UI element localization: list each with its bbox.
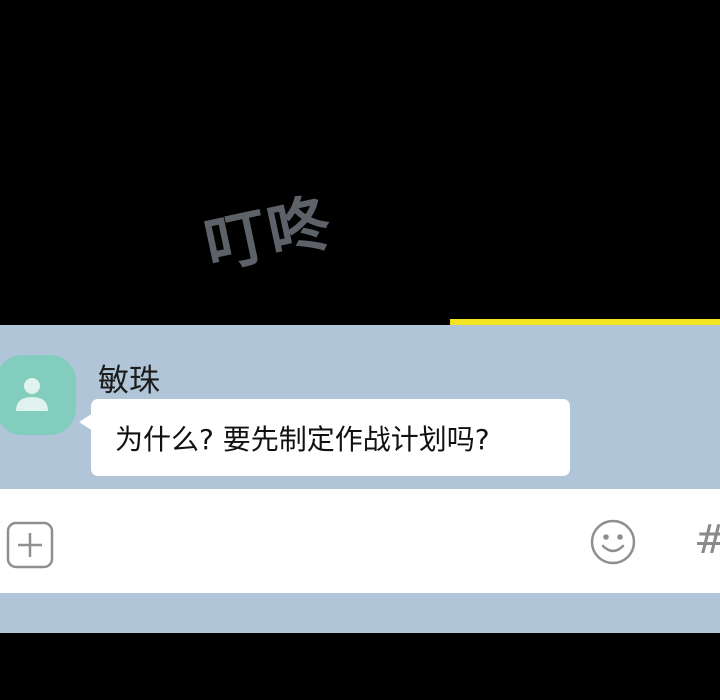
plus-icon [6,521,54,569]
user-icon [16,378,48,411]
bottom-strip [0,593,720,633]
message-text: 为什么? 要先制定作战计划吗? [115,423,490,456]
emoji-icon [590,519,636,565]
emoji-button[interactable] [589,518,637,566]
sender-name: 敏珠 [98,363,160,399]
hash-icon: # [694,517,720,563]
message-bubble[interactable]: 为什么? 要先制定作战计划吗? [91,399,570,476]
hashtag-button[interactable]: # [694,517,720,563]
avatar[interactable] [0,355,76,435]
chat-area[interactable]: 敏珠 为什么? 要先制定作战计划吗? [0,325,720,489]
sound-effect-text: 叮咚 [198,185,339,284]
add-attachment-button[interactable] [6,521,54,569]
